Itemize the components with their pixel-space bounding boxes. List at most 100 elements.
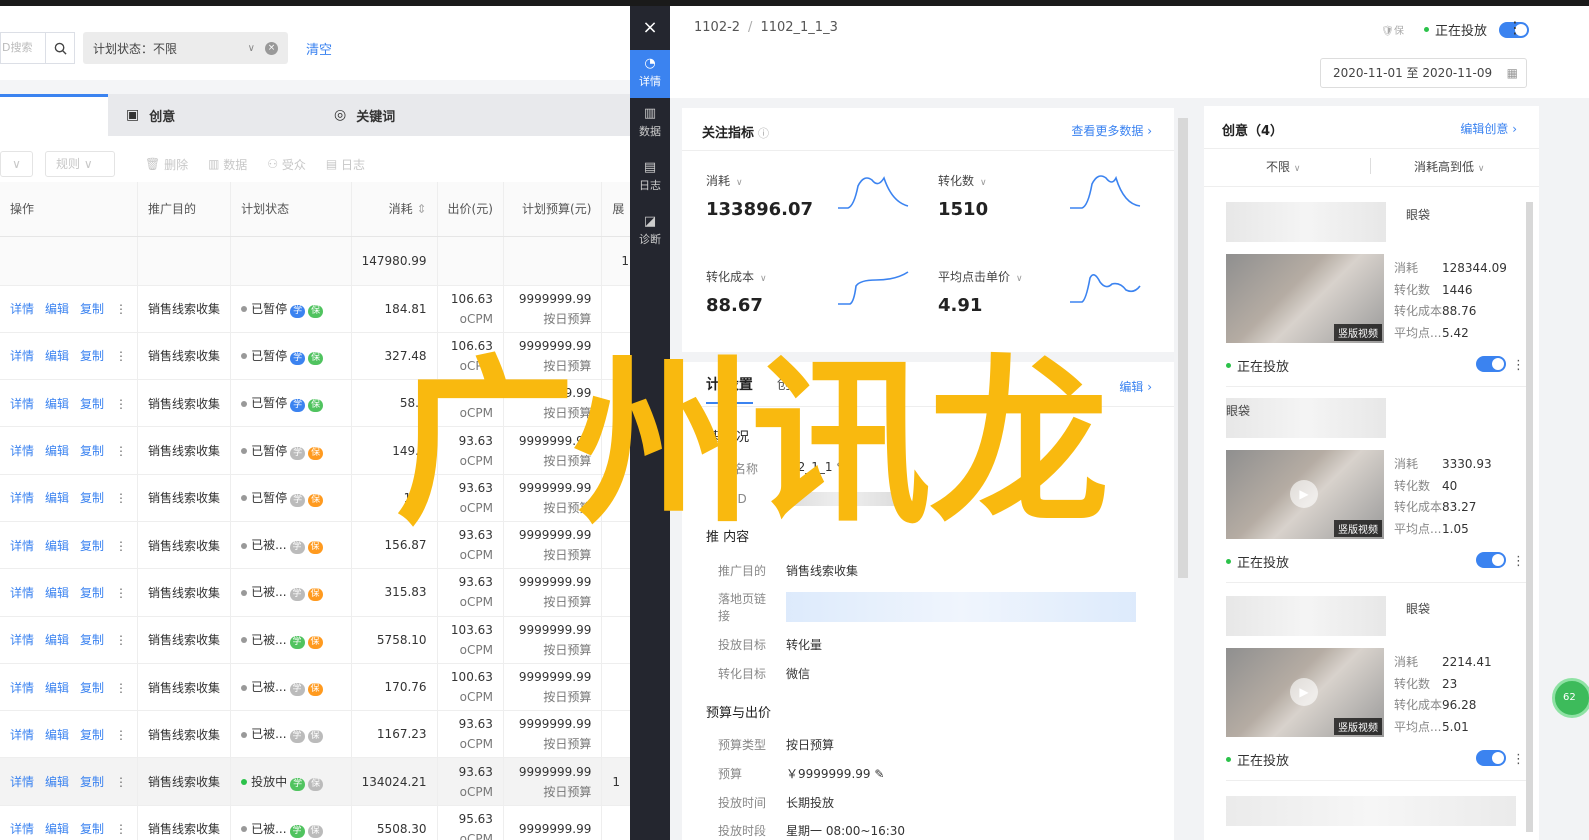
more-icon[interactable]: ⋮ [115, 349, 127, 363]
more-icon[interactable]: ⋮ [1507, 18, 1523, 37]
copy-link[interactable]: 复制 [80, 822, 104, 836]
metric-cost[interactable]: 消耗 ∨ 133896.07 [706, 172, 916, 220]
tab-plan-settings[interactable]: 计 设置 [706, 374, 753, 404]
copy-link[interactable]: 复制 [80, 775, 104, 789]
edit-link[interactable]: 编辑 [45, 728, 69, 742]
scrollbar[interactable] [1526, 202, 1533, 832]
detail-link[interactable]: 详情 [10, 586, 34, 600]
search-input[interactable]: D搜索 [0, 32, 45, 64]
edit-link[interactable]: 编辑 [45, 349, 69, 363]
sidebar-item-diagnose[interactable]: ◪ 诊断 [630, 214, 670, 262]
play-icon[interactable]: ▶ [1290, 678, 1318, 706]
pencil-icon[interactable]: ✎ [874, 767, 884, 781]
copy-link[interactable]: 复制 [80, 633, 104, 647]
detail-link[interactable]: 详情 [10, 633, 34, 647]
floating-badge[interactable]: 62 [1552, 678, 1589, 718]
more-icon[interactable]: ⋮ [1512, 358, 1525, 373]
copy-link[interactable]: 复制 [80, 444, 104, 458]
detail-link[interactable]: 详情 [10, 302, 34, 316]
table-row[interactable]: 详情 编辑 复制 ⋮ 销售线索收集 已被... 学保 156.87 93.63 oCPM 99999… [0, 521, 640, 570]
pencil-icon[interactable]: ✎ [836, 460, 846, 474]
detail-link[interactable]: 详情 [10, 397, 34, 411]
creative-filter-select[interactable]: 不限 ∨ [1266, 158, 1300, 175]
table-row[interactable]: 详情 编辑 复制 ⋮ 销售线索收集 已被... 学保 315.83 93.63 oCPM 99999… [0, 568, 640, 617]
tab-creative-settings[interactable]: 创意 [777, 374, 805, 404]
tab-creative[interactable]: ▣ 创意 [126, 94, 175, 136]
delete-button[interactable]: 🗑 删除 [145, 156, 188, 173]
edit-link[interactable]: 编辑 [45, 302, 69, 316]
status-select[interactable]: 计划状态：不限 ∨ × [83, 32, 288, 64]
clear-select-icon[interactable]: × [265, 41, 278, 55]
sidebar-item-data[interactable]: ▥ 数据 [630, 106, 670, 154]
creative-sort-select[interactable]: 消耗高到低 ∨ [1414, 158, 1484, 175]
tab-plan[interactable] [0, 94, 108, 136]
sidebar-item-detail[interactable]: ◔ 详情 [630, 50, 670, 98]
edit-link[interactable]: 编辑 [45, 444, 69, 458]
help-icon[interactable]: ⓘ [758, 127, 769, 140]
blurred-landing-url[interactable] [786, 592, 1136, 622]
copy-link[interactable]: 复制 [80, 539, 104, 553]
detail-link[interactable]: 详情 [10, 775, 34, 789]
metric-cpc[interactable]: 平均点击单价 ∨ 4.91 [938, 268, 1148, 316]
breadcrumb-item[interactable]: 1102-2 [694, 20, 740, 35]
detail-link[interactable]: 详情 [10, 681, 34, 695]
more-data-link[interactable]: 查看更多数据 › [1071, 122, 1152, 139]
table-row[interactable]: 详情 编辑 复制 ⋮ 销售线索收集 已暂停学保 327.48 106.63 oCPM 999999… [0, 332, 640, 381]
creative-thumbnail[interactable]: ▶ 竖版视频 [1226, 648, 1384, 737]
edit-link[interactable]: 编辑 [45, 539, 69, 553]
more-icon[interactable]: ⋮ [115, 586, 127, 600]
more-icon[interactable]: ⋮ [115, 491, 127, 505]
table-row[interactable]: 详情 编辑 复制 ⋮ 销售线索收集 已暂停学保 149.6 93.63 oCPM 9999999.… [0, 426, 640, 475]
edit-link[interactable]: 编辑 [45, 397, 69, 411]
table-row[interactable]: 详情 编辑 复制 ⋮ 销售线索收集 已被... 学保 1167.23 93.63 oCPM 9999… [0, 710, 640, 759]
metric-conversions[interactable]: 转化数 ∨ 1510 [938, 172, 1148, 220]
more-icon[interactable]: ⋮ [115, 539, 127, 553]
data-button[interactable]: ▥ 数据 [208, 156, 247, 173]
table-row[interactable]: 详情 编辑 复制 ⋮ 销售线索收集 已被... 学保 5758.10 103.63 oCPM 999… [0, 616, 640, 664]
search-button[interactable] [45, 32, 75, 64]
copy-link[interactable]: 复制 [80, 728, 104, 742]
edit-link[interactable]: 编辑 [45, 633, 69, 647]
tab-keywords[interactable]: ◎ 关键词 [334, 94, 395, 136]
more-icon[interactable]: ⋮ [115, 681, 127, 695]
detail-link[interactable]: 详情 [10, 822, 34, 836]
more-icon[interactable]: ⋮ [115, 822, 127, 836]
scrollbar[interactable] [1178, 118, 1188, 578]
table-row[interactable]: 详情 编辑 复制 ⋮ 销售线索收集 已被... 学保 5508.30 95.63 oCPM 9999… [0, 805, 640, 840]
edit-creatives-link[interactable]: 编辑创意 › [1460, 120, 1517, 137]
edit-link[interactable]: 编辑 [45, 775, 69, 789]
sort-icon[interactable]: ⇕ [416, 202, 426, 216]
table-row[interactable]: 详情 编辑 复制 ⋮ 销售线索收集 已暂停学保 159 93.63 oCPM 9999999.99… [0, 474, 640, 522]
creative-thumbnail[interactable]: 竖版视频 [1226, 254, 1384, 343]
creative-toggle[interactable] [1476, 356, 1506, 372]
detail-link[interactable]: 详情 [10, 539, 34, 553]
detail-link[interactable]: 详情 [10, 491, 34, 505]
edit-plan-link[interactable]: 编辑 › [1119, 378, 1152, 395]
creative-toggle[interactable] [1476, 750, 1506, 766]
more-icon[interactable]: ⋮ [115, 302, 127, 316]
copy-link[interactable]: 复制 [80, 681, 104, 695]
more-icon[interactable]: ⋮ [1512, 752, 1525, 767]
table-row[interactable]: 详情 编辑 复制 ⋮ 销售线索收集 已暂停学保 58.4 106 oCPM 9999999.99 按… [0, 379, 640, 428]
clear-button[interactable]: 清空 [306, 39, 332, 58]
rule-select[interactable]: 规则 ∨ [45, 151, 115, 177]
edit-link[interactable]: 编辑 [45, 586, 69, 600]
more-icon[interactable]: ⋮ [115, 397, 127, 411]
table-row[interactable]: 详情 编辑 复制 ⋮ 销售线索收集 已被... 学保 170.76 100.63 oCPM 9999… [0, 663, 640, 712]
detail-link[interactable]: 详情 [10, 444, 34, 458]
date-range-picker[interactable]: 2020-11-01 至 2020-11-09 ▦ [1320, 58, 1527, 88]
detail-link[interactable]: 详情 [10, 349, 34, 363]
more-icon[interactable]: ⋮ [1512, 554, 1525, 569]
creative-thumbnail[interactable]: ▶ 竖版视频 [1226, 450, 1384, 539]
table-row[interactable]: 详情 编辑 复制 ⋮ 销售线索收集 投放中学保 134024.21 93.63 oCPM 9999… [0, 757, 640, 806]
edit-link[interactable]: 编辑 [45, 822, 69, 836]
log-button[interactable]: ▤ 日志 [326, 156, 365, 173]
play-icon[interactable]: ▶ [1290, 480, 1318, 508]
creative-toggle[interactable] [1476, 552, 1506, 568]
col-cost[interactable]: 消耗 ⇕ [351, 182, 438, 237]
edit-link[interactable]: 编辑 [45, 491, 69, 505]
copy-link[interactable]: 复制 [80, 302, 104, 316]
metric-cpa[interactable]: 转化成本 ∨ 88.67 [706, 268, 916, 316]
more-icon[interactable]: ⋮ [115, 775, 127, 789]
copy-link[interactable]: 复制 [80, 349, 104, 363]
